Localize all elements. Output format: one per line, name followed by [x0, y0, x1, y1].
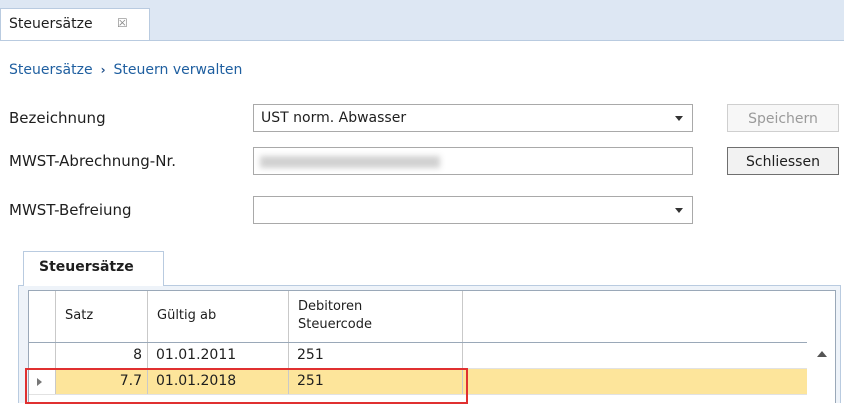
breadcrumb-item-steuersaetze[interactable]: Steuersätze — [9, 62, 93, 78]
bezeichnung-label: Bezeichnung — [9, 109, 106, 127]
scroll-up-arrow-icon[interactable] — [817, 351, 827, 357]
column-header-gueltig-ab[interactable]: Gültig ab — [148, 291, 289, 342]
close-tab-icon[interactable]: ☒ — [117, 16, 128, 30]
dropdown-arrow-icon[interactable] — [675, 208, 683, 213]
close-button[interactable]: Schliessen — [727, 147, 839, 175]
table-row[interactable]: 8 01.01.2011 251 — [29, 343, 807, 369]
cell-steuercode[interactable]: 251 — [289, 343, 463, 368]
column-header-empty — [463, 291, 835, 342]
save-button[interactable]: Speichern — [727, 104, 839, 132]
chevron-right-icon: › — [100, 63, 106, 77]
redacted-value — [260, 156, 440, 168]
mwst-befreiung-label: MWST-Befreiung — [9, 201, 132, 219]
mwst-abrechnung-nr-label: MWST-Abrechnung-Nr. — [9, 152, 176, 170]
bezeichnung-dropdown[interactable]: UST norm. Abwasser — [253, 104, 693, 132]
bezeichnung-value: UST norm. Abwasser — [261, 110, 407, 126]
cell-satz[interactable]: 8 — [56, 343, 148, 368]
tab-steuersaetze-label: Steuersätze — [39, 259, 134, 275]
selected-row-highlight — [25, 368, 468, 404]
breadcrumb: Steuersätze › Steuern verwalten — [9, 62, 242, 78]
column-header-debitoren-steuercode[interactable]: Debitoren Steuercode — [289, 291, 463, 342]
mwst-abrechnung-nr-input[interactable] — [253, 147, 693, 175]
document-tab-label: Steuersätze — [9, 16, 93, 32]
tab-steuersaetze[interactable]: Steuersätze — [23, 251, 164, 286]
document-tab-steuersaetze[interactable]: Steuersätze ☒ — [0, 8, 150, 40]
dropdown-arrow-icon[interactable] — [675, 116, 683, 121]
column-header-satz[interactable]: Satz — [56, 291, 148, 342]
mwst-befreiung-dropdown[interactable] — [253, 196, 693, 224]
cell-gueltig-ab[interactable]: 01.01.2011 — [148, 343, 289, 368]
grid-header: Satz Gültig ab Debitoren Steuercode — [29, 291, 835, 343]
row-header[interactable] — [29, 343, 56, 368]
row-header-column — [29, 291, 56, 342]
vertical-scrollbar[interactable] — [807, 342, 835, 404]
breadcrumb-item-steuern-verwalten: Steuern verwalten — [113, 62, 243, 78]
document-tabstrip: Steuersätze ☒ — [0, 0, 844, 41]
